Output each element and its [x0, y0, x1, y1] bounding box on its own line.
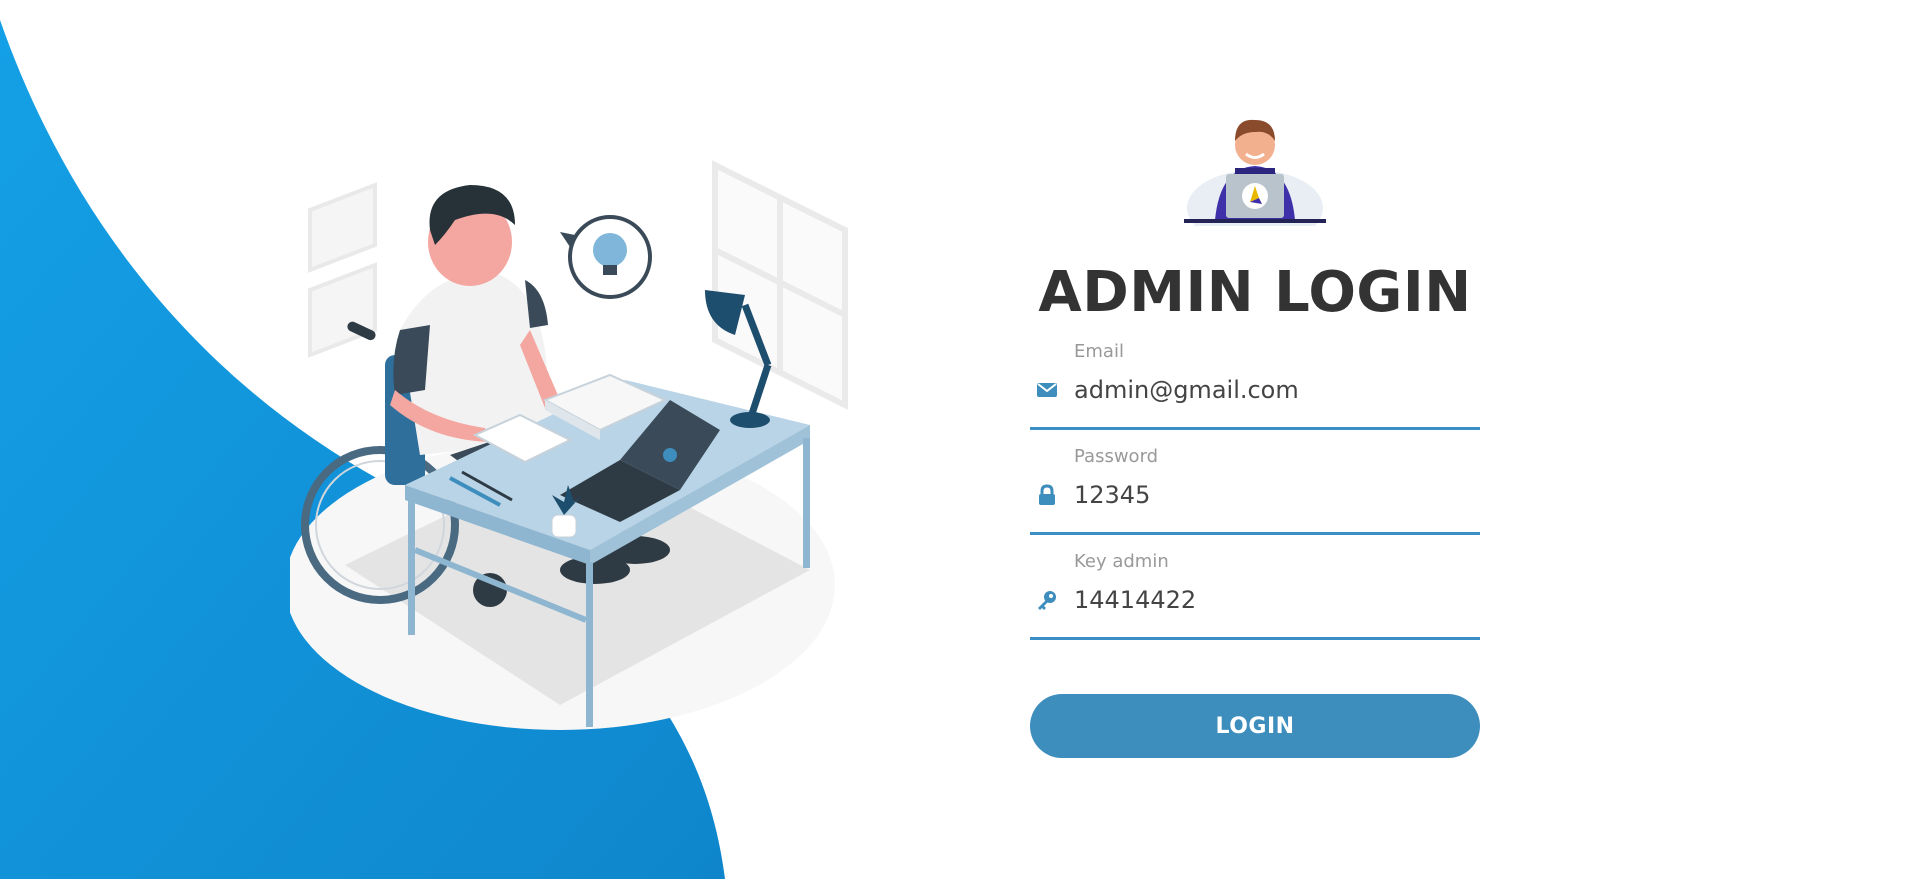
password-label: Password [1074, 446, 1159, 467]
lock-icon [1039, 484, 1055, 505]
page-title: ADMIN LOGIN [1038, 260, 1472, 325]
key-icon [1038, 591, 1056, 610]
login-page: ADMIN LOGIN Email Password Key admin [0, 0, 1920, 879]
envelope-icon [1037, 383, 1057, 397]
login-button[interactable]: LOGIN [1030, 694, 1480, 758]
person-in-wheelchair-at-desk-illustration [290, 160, 848, 730]
email-field-group: Email [1030, 335, 1480, 430]
password-field-group: Password [1030, 440, 1480, 535]
password-input[interactable] [1074, 476, 1474, 514]
admin-key-input[interactable] [1074, 581, 1474, 619]
email-input[interactable] [1074, 371, 1474, 409]
admin-avatar-icon [1180, 108, 1330, 246]
login-panel: ADMIN LOGIN Email Password Key admin [1030, 108, 1480, 758]
admin-key-field-group: Key admin [1030, 545, 1480, 640]
background-wave [0, 20, 725, 879]
email-label: Email [1074, 341, 1124, 362]
admin-key-label: Key admin [1074, 551, 1169, 572]
